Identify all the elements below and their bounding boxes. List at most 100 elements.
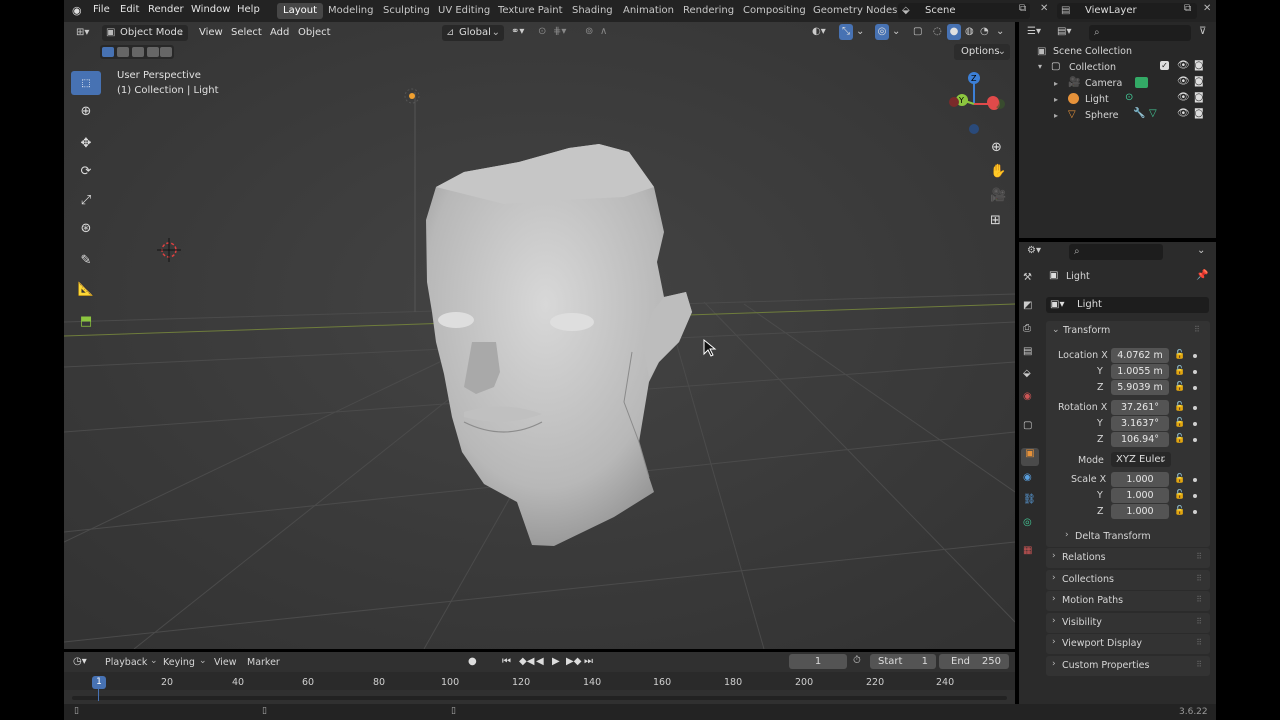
camera-render-icon[interactable]: ◙ xyxy=(1194,60,1204,71)
move-tool[interactable]: ✥ xyxy=(71,131,101,155)
remove-view-layer-icon[interactable]: ✕ xyxy=(1203,3,1211,14)
drag-handle-icon[interactable]: ⠿ xyxy=(1194,325,1200,334)
select-intersect-icon[interactable] xyxy=(160,47,172,57)
viewport-display-panel[interactable]: › Viewport Display ⠿ xyxy=(1046,634,1210,654)
remove-scene-icon[interactable]: ✕ xyxy=(1040,3,1048,14)
collection-tab-icon[interactable]: ▢ xyxy=(1023,420,1037,434)
tab-layout[interactable]: Layout xyxy=(277,3,323,19)
editor-type-selector[interactable]: ⊞▾ xyxy=(68,25,96,41)
keyframe-dot-icon[interactable] xyxy=(1193,478,1197,482)
render-tab-icon[interactable]: ◩ xyxy=(1023,300,1037,314)
measure-tool[interactable]: 📐 xyxy=(71,277,101,301)
lock-icon[interactable]: 🔓 xyxy=(1174,490,1185,500)
timeline-view-menu[interactable]: View xyxy=(214,657,237,668)
scene-collection-label[interactable]: Scene Collection xyxy=(1053,46,1132,57)
prev-keyframe-icon[interactable]: ◆◀ xyxy=(519,656,534,667)
select-extend-icon[interactable] xyxy=(117,47,129,57)
world-tab-icon[interactable]: ◉ xyxy=(1023,391,1037,405)
rotation-x-field[interactable]: 37.261° xyxy=(1111,400,1169,415)
tab-rendering[interactable]: Rendering xyxy=(677,3,740,19)
collections-panel[interactable]: › Collections ⠿ xyxy=(1046,570,1210,590)
camera-view-icon[interactable]: 🎥 xyxy=(990,188,1006,203)
rotation-z-field[interactable]: 106.94° xyxy=(1111,432,1169,447)
location-z-field[interactable]: 5.9039 m xyxy=(1111,380,1169,395)
add-cube-tool[interactable]: ⬒ xyxy=(71,309,101,333)
eye-icon[interactable]: 👁 xyxy=(1177,92,1190,103)
pan-hand-icon[interactable]: ✋ xyxy=(990,164,1006,179)
eye-icon[interactable]: 👁 xyxy=(1177,60,1190,71)
tool-tab-icon[interactable]: ⚒ xyxy=(1023,272,1037,286)
tab-uv-editing[interactable]: UV Editing xyxy=(432,3,496,19)
scale-y-field[interactable]: 1.000 xyxy=(1111,488,1169,503)
scene-selector[interactable]: ⬙ Scene xyxy=(898,3,1030,19)
output-tab-icon[interactable]: ⎙ xyxy=(1023,323,1037,337)
current-frame-field[interactable]: 1 xyxy=(789,654,847,669)
jump-end-icon[interactable]: ⏭ xyxy=(584,656,593,667)
options-dropdown[interactable]: Options ⌄ xyxy=(954,44,1010,60)
outliner-search-input[interactable]: ⌕ xyxy=(1089,25,1191,41)
rendered-shading-icon[interactable]: ◔ xyxy=(980,26,989,37)
chevron-down-icon[interactable]: ⌄ xyxy=(1052,325,1060,335)
stopwatch-icon[interactable]: ⏱ xyxy=(853,655,861,666)
play-reverse-icon[interactable]: ◀ xyxy=(536,656,544,667)
outliner-editor-icon[interactable]: ☰▾ xyxy=(1027,26,1041,37)
scene-tab-icon[interactable]: ⬙ xyxy=(1023,368,1037,382)
light-object[interactable] xyxy=(409,93,415,99)
object-name-field[interactable]: ▣▾ Light xyxy=(1046,297,1209,313)
zoom-icon[interactable]: ⊕ xyxy=(991,140,1002,155)
xray-icon[interactable]: ▢ xyxy=(913,26,922,37)
record-icon[interactable]: ● xyxy=(468,656,477,667)
scale-x-field[interactable]: 1.000 xyxy=(1111,472,1169,487)
view-menu[interactable]: View xyxy=(199,27,223,38)
blender-logo-icon[interactable]: ◉ xyxy=(72,4,82,17)
scale-tool[interactable]: ⤢ xyxy=(71,188,101,212)
navigation-gizmo[interactable]: Z Y xyxy=(942,68,1014,140)
marker-menu[interactable]: Marker xyxy=(247,657,280,668)
tab-sculpting[interactable]: Sculpting xyxy=(377,3,436,19)
keyframe-dot-icon[interactable] xyxy=(1193,494,1197,498)
texture-tab-icon[interactable]: ▦ xyxy=(1023,545,1037,559)
material-shading-icon[interactable]: ◍ xyxy=(965,26,974,37)
snap-icon[interactable]: ⊙ xyxy=(538,26,546,37)
perspective-toggle-icon[interactable]: ⊞ xyxy=(990,213,1001,228)
select-menu[interactable]: Select xyxy=(231,27,262,38)
keyframe-dot-icon[interactable] xyxy=(1193,422,1197,426)
tab-animation[interactable]: Animation xyxy=(617,3,680,19)
pin-icon[interactable]: 📌 xyxy=(1196,270,1208,281)
transform-title[interactable]: Transform xyxy=(1063,325,1110,336)
select-box-tool[interactable]: ⬚ xyxy=(71,71,101,95)
tab-geometry-nodes[interactable]: Geometry Nodes xyxy=(807,3,903,19)
wireframe-shading-icon[interactable]: ◌ xyxy=(933,26,942,37)
jump-start-icon[interactable]: ⏮ xyxy=(502,656,511,667)
motion-paths-panel[interactable]: › Motion Paths ⠿ xyxy=(1046,591,1210,611)
filter-icon[interactable]: ⊽ xyxy=(1199,26,1206,37)
start-frame-field[interactable]: Start 1 xyxy=(870,654,936,669)
eye-icon[interactable]: 👁 xyxy=(1177,76,1190,87)
select-new-icon[interactable] xyxy=(102,47,114,57)
lock-icon[interactable]: 🔓 xyxy=(1174,474,1185,484)
cursor-tool[interactable]: ⊕ xyxy=(71,99,101,123)
tab-texture-paint[interactable]: Texture Paint xyxy=(492,3,569,19)
view-layer-selector[interactable]: ▤ ViewLayer xyxy=(1057,3,1197,19)
lock-icon[interactable]: 🔓 xyxy=(1174,350,1185,360)
proportional-edit-icon[interactable]: ⊚ xyxy=(585,26,593,37)
collection-checkbox[interactable]: ✓ xyxy=(1160,61,1169,70)
camera-render-icon[interactable]: ◙ xyxy=(1194,76,1204,87)
outliner-item-light[interactable]: Light xyxy=(1085,94,1109,105)
eye-icon[interactable]: 👁 xyxy=(1177,108,1190,119)
tab-modeling[interactable]: Modeling xyxy=(322,3,380,19)
outliner-item-sphere[interactable]: Sphere xyxy=(1085,110,1118,121)
display-mode-icon[interactable]: ▤▾ xyxy=(1057,26,1071,37)
collection-label[interactable]: Collection xyxy=(1069,62,1116,73)
visibility-panel[interactable]: › Visibility ⠿ xyxy=(1046,613,1210,633)
tab-compositing[interactable]: Compositing xyxy=(737,3,812,19)
lock-icon[interactable]: 🔓 xyxy=(1174,506,1185,516)
menu-edit[interactable]: Edit xyxy=(120,4,139,15)
menu-render[interactable]: Render xyxy=(148,4,184,15)
end-frame-field[interactable]: End 250 xyxy=(939,654,1009,669)
playback-menu[interactable]: Playback xyxy=(105,657,147,668)
rotate-tool[interactable]: ⟳ xyxy=(71,159,101,183)
keyframe-dot-icon[interactable] xyxy=(1193,510,1197,514)
keying-menu[interactable]: Keying xyxy=(163,657,195,668)
transform-tool[interactable]: ⊛ xyxy=(71,216,101,240)
